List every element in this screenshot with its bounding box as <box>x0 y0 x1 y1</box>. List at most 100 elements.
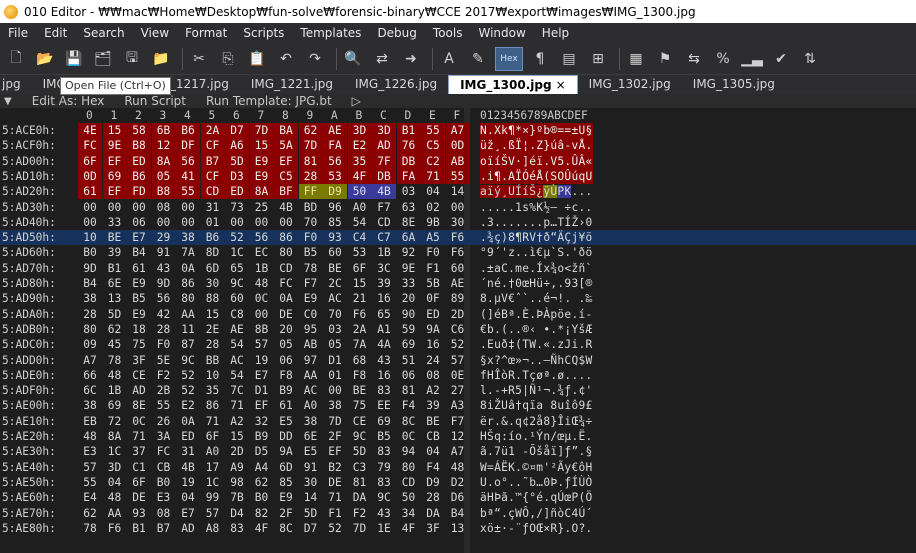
edit-as-dropdown[interactable]: Edit As: Hex <box>32 94 105 108</box>
hex-byte[interactable]: 55 <box>421 123 445 139</box>
hex-byte[interactable]: 13 <box>446 521 470 536</box>
hex-byte[interactable]: ED <box>225 184 249 200</box>
hex-byte[interactable]: A0 <box>348 200 372 215</box>
hex-byte[interactable]: 48 <box>446 460 470 475</box>
ascii-text[interactable]: xö±·-¨ƒOŒ×R}.O?. <box>480 521 593 536</box>
compare-icon[interactable]: ⇅ <box>798 47 822 71</box>
hex-byte[interactable]: CF <box>200 138 225 154</box>
hex-byte[interactable]: F7 <box>372 200 396 215</box>
hex-byte[interactable]: 4B <box>176 460 200 475</box>
hex-byte[interactable]: 2A <box>348 322 372 337</box>
hex-byte[interactable]: 8E <box>397 215 421 230</box>
hex-byte[interactable]: B8 <box>151 184 176 200</box>
hex-byte[interactable]: D5 <box>250 444 274 459</box>
hex-byte[interactable]: 52 <box>176 368 200 383</box>
hex-byte[interactable]: 00 <box>446 200 470 215</box>
hex-byte[interactable]: EC <box>250 245 274 260</box>
hex-byte[interactable]: 86 <box>274 230 298 245</box>
hex-byte[interactable]: 42 <box>152 307 176 322</box>
binary-icon[interactable]: ⊞ <box>586 47 610 71</box>
hex-byte[interactable]: CD <box>200 184 225 200</box>
hex-byte[interactable]: 35 <box>347 153 372 169</box>
hex-byte[interactable]: 98 <box>225 475 249 490</box>
hex-byte[interactable]: 60 <box>225 291 249 306</box>
hex-byte[interactable]: 3D <box>347 123 372 139</box>
hex-byte[interactable]: E2 <box>176 398 200 413</box>
cut-icon[interactable]: ✂ <box>187 47 211 71</box>
hex-byte[interactable]: 1B <box>372 245 396 260</box>
hex-byte[interactable]: B2 <box>323 460 347 475</box>
hex-byte[interactable]: F8 <box>348 368 372 383</box>
menu-search[interactable]: Search <box>75 23 132 43</box>
hex-byte[interactable]: 43 <box>372 353 396 368</box>
hex-byte[interactable]: 71 <box>323 490 347 505</box>
hex-byte[interactable]: 54 <box>348 215 372 230</box>
hex-byte[interactable]: 2C <box>323 276 347 291</box>
hex-byte[interactable]: C1 <box>127 460 151 475</box>
replace-icon[interactable]: ⇄ <box>370 47 394 71</box>
menu-debug[interactable]: Debug <box>369 23 424 43</box>
hex-row[interactable]: 5:AD90h: 38 13 B5 56 80 88 60 0C 0A E9 AC 21 16 20 0F 89… <box>0 291 916 306</box>
hex-byte[interactable]: 58 <box>127 123 151 139</box>
hex-byte[interactable]: E9 <box>299 291 323 306</box>
hex-row[interactable]: 5:AD10h: 0D 69 B6 05 41 CF D3 E9 C5 28 53 4F DB FA 71 55… <box>0 168 916 185</box>
hex-byte[interactable]: 34 <box>397 506 421 521</box>
hex-byte[interactable]: 72 <box>103 414 127 429</box>
hex-byte[interactable]: AE <box>446 276 470 291</box>
hex-byte[interactable]: F1 <box>323 506 347 521</box>
hex-byte[interactable]: 69 <box>397 337 421 352</box>
hex-byte[interactable]: 11 <box>176 322 200 337</box>
hex-byte[interactable]: 7A <box>176 245 200 260</box>
hex-byte[interactable]: F6 <box>103 521 127 536</box>
hex-byte[interactable]: 19 <box>176 475 200 490</box>
hex-byte[interactable]: 86 <box>176 276 200 291</box>
hex-byte[interactable]: BE <box>421 414 445 429</box>
hex-byte[interactable]: A8 <box>201 521 225 536</box>
hex-byte[interactable]: 27 <box>446 383 470 398</box>
hex-byte[interactable]: 97 <box>299 353 323 368</box>
hex-byte[interactable]: EF <box>274 153 298 169</box>
goto-icon[interactable]: ➜ <box>399 47 423 71</box>
hex-byte[interactable]: 71 <box>201 414 225 429</box>
ascii-text[interactable]: .....1s%K½– ÷c.. <box>480 200 593 215</box>
hex-byte[interactable]: 7D <box>249 123 274 139</box>
hex-byte[interactable]: 78 <box>299 261 323 276</box>
hex-byte[interactable]: 4B <box>274 200 298 215</box>
ascii-text[interactable]: üž¸.ßÏ¦.Z}úâ-vÅ. <box>480 138 593 154</box>
save-all-icon[interactable]: 🗂 <box>91 47 115 71</box>
hex-byte[interactable]: 28 <box>201 337 225 352</box>
hex-byte[interactable]: 00 <box>152 215 176 230</box>
hex-byte[interactable]: CB <box>421 429 445 444</box>
hex-byte[interactable]: 06 <box>127 215 151 230</box>
hex-row[interactable]: 5:ACE0h: 4E 15 58 6B B6 2A D7 7D BA 62 AE 3D 3D B1 55 A7… <box>0 123 916 139</box>
hex-byte[interactable]: 9A <box>421 322 445 337</box>
hex-byte[interactable]: CD <box>372 215 396 230</box>
hex-byte[interactable]: F0 <box>421 245 445 260</box>
hex-byte[interactable]: 62 <box>78 506 102 521</box>
hex-byte[interactable]: 00 <box>225 215 249 230</box>
hex-byte[interactable]: 19 <box>250 353 274 368</box>
hex-byte[interactable]: 7F <box>372 153 396 169</box>
font-icon[interactable]: A <box>437 47 461 71</box>
hex-byte[interactable]: F6 <box>446 245 470 260</box>
hex-byte[interactable]: BE <box>103 230 127 245</box>
hex-byte[interactable]: E7 <box>127 230 151 245</box>
hex-byte[interactable]: 68 <box>348 353 372 368</box>
hex-row[interactable]: 5:AD20h: 61 EF FD B8 55 CD ED 8A BF FF D9 50 4B 03 04 14… <box>0 184 916 200</box>
hex-byte[interactable]: 6B <box>151 123 176 139</box>
hex-byte[interactable]: 26 <box>152 414 176 429</box>
hex-byte[interactable]: 38 <box>78 291 102 306</box>
hex-row[interactable]: 5:AE80h: 78 F6 B1 B7 AD A8 83 4F 8C D7 52 7D 1E 4F 3F 13… <box>0 521 916 536</box>
hex-byte[interactable]: 80 <box>78 322 102 337</box>
hex-byte[interactable]: 00 <box>78 215 102 230</box>
hex-byte[interactable]: 30 <box>446 215 470 230</box>
hex-byte[interactable]: 32 <box>250 414 274 429</box>
hex-byte[interactable]: 60 <box>446 261 470 276</box>
hex-byte[interactable]: 9C <box>372 490 396 505</box>
hex-byte[interactable]: 9D <box>152 276 176 291</box>
hex-byte[interactable]: 52 <box>323 521 347 536</box>
hex-byte[interactable]: 88 <box>201 291 225 306</box>
hex-row[interactable]: 5:AD00h: 6F EF ED 8A 56 B7 5D E9 EF 81 56 35 7F DB C2 AB… <box>0 153 916 169</box>
hex-byte[interactable]: 16 <box>372 368 396 383</box>
hex-row[interactable]: 5:AE30h: E3 1C 37 FC 31 A0 2D D5 9A E5 EF 5D 83 94 04 A7… <box>0 444 916 459</box>
